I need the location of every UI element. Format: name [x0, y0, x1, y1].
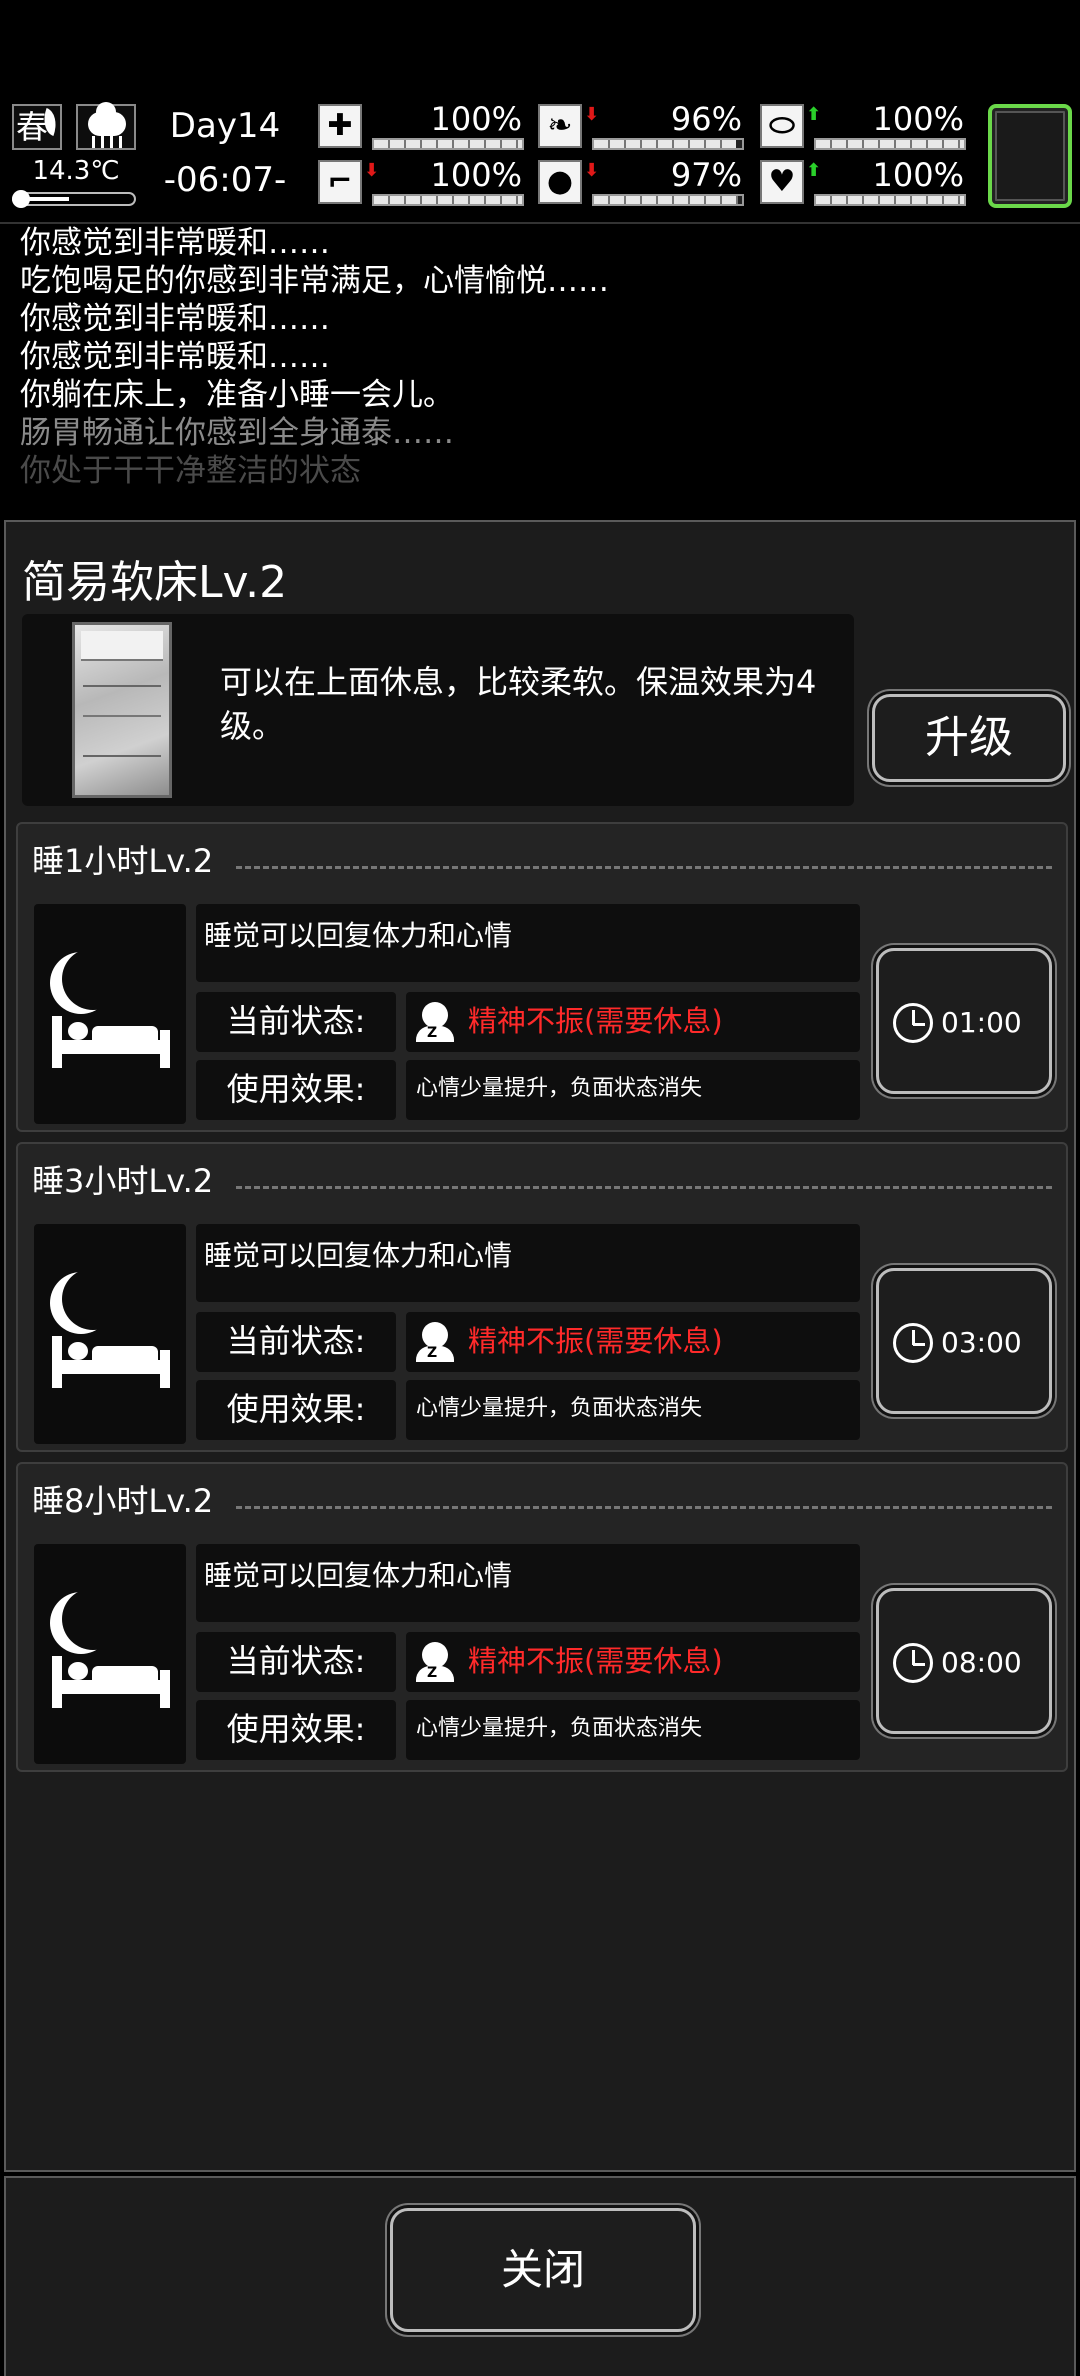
action-description: 睡觉可以回复体力和心情 — [196, 1544, 860, 1622]
stat-stamina-value: 100% — [872, 100, 964, 138]
thermometer-fill — [24, 197, 69, 201]
tired-person-icon: Z — [416, 1002, 454, 1042]
clock-icon — [893, 1003, 933, 1043]
temperature-label: 14.3℃ — [32, 156, 120, 186]
sleep-1h-button[interactable]: 01:00 — [876, 948, 1052, 1094]
action-title: 睡1小时Lv.2 — [32, 842, 214, 880]
tired-person-icon: Z — [416, 1322, 454, 1362]
tired-person-icon: Z — [416, 1642, 454, 1682]
duration-label: 03:00 — [941, 1326, 1022, 1359]
log-line: 你感觉到非常暖和…… — [20, 225, 330, 261]
effect-value: 心情少量提升，负面状态消失 — [406, 1700, 860, 1760]
stat-foot: ⌐ ⬇ 100% — [318, 156, 528, 210]
stat-thirst: ● ⬇ 97% — [538, 156, 748, 210]
item-title: 简易软床Lv.2 — [22, 557, 288, 608]
effect-value: 心情少量提升，负面状态消失 — [406, 1060, 860, 1120]
water-drop-icon: ● — [538, 160, 582, 204]
stomach-icon: ❧ — [538, 104, 582, 148]
state-value: 精神不振(需要休息) — [468, 1644, 723, 1678]
stat-hunger: ❧ ⬇ 96% — [538, 100, 748, 154]
action-title: 睡8小时Lv.2 — [32, 1482, 214, 1520]
foot-icon: ⌐ — [318, 160, 362, 204]
sleep-icon — [34, 1224, 186, 1444]
thermometer-icon — [12, 190, 136, 208]
sleep-3h-button[interactable]: 03:00 — [876, 1268, 1052, 1414]
action-description: 睡觉可以回复体力和心情 — [196, 1224, 860, 1302]
item-description: 可以在上面休息，比较柔软。保温效果为4级。 — [220, 663, 817, 745]
log-line: 你处于干干净整洁的状态 — [20, 453, 361, 489]
sleep-action-1h: 睡1小时Lv.2 睡觉可以回复体力和心情 当前状态: Z 精神不振(需要休息) … — [16, 822, 1068, 1132]
bed-panel: 简易软床Lv.2 可以在上面休息，比较柔软。保温效果为4级。 升级 睡1小时Lv… — [4, 520, 1076, 2172]
effect-label: 使用效果: — [196, 1060, 396, 1120]
divider — [236, 1506, 1052, 1509]
stat-mood-bar — [814, 194, 966, 206]
clock-icon — [893, 1643, 933, 1683]
sleep-icon — [34, 1544, 186, 1764]
action-description: 睡觉可以回复体力和心情 — [196, 904, 860, 982]
upgrade-button[interactable]: 升级 — [872, 694, 1066, 782]
sleep-8h-button[interactable]: 08:00 — [876, 1588, 1052, 1734]
medkit-icon: ✚ — [318, 104, 362, 148]
sleep-action-3h: 睡3小时Lv.2 睡觉可以回复体力和心情 当前状态: Z 精神不振(需要休息) … — [16, 1142, 1068, 1452]
divider — [236, 866, 1052, 869]
log-line: 肠胃畅通让你感到全身通泰…… — [20, 415, 454, 451]
state-value: 精神不振(需要休息) — [468, 1324, 723, 1358]
message-log[interactable]: 你感觉到非常暖和…… 吃饱喝足的你感到非常满足，心情愉悦…… 你感觉到非常暖和…… — [0, 222, 1080, 508]
item-card: 可以在上面休息，比较柔软。保温效果为4级。 — [22, 614, 854, 806]
sleep-icon — [34, 904, 186, 1124]
state-label: 当前状态: — [196, 992, 396, 1052]
stat-hunger-value: 96% — [670, 100, 742, 138]
stat-stamina: ⬭ ⬆ 100% — [760, 100, 970, 154]
footer-bar: 关闭 — [4, 2176, 1076, 2376]
state-value-box: Z 精神不振(需要休息) — [406, 1312, 860, 1372]
stat-foot-bar — [372, 194, 524, 206]
action-title: 睡3小时Lv.2 — [32, 1162, 214, 1200]
clock-icon — [893, 1323, 933, 1363]
close-button[interactable]: 关闭 — [390, 2208, 696, 2332]
stat-hunger-bar — [592, 138, 744, 150]
status-hud: 春 14.3℃ Day14 -06:07- ✚ 100% ❧ ⬇ 96% ⬭ ⬆… — [0, 98, 1080, 220]
log-line: 你感觉到非常暖和…… — [20, 339, 330, 375]
clock-time: -06:07- — [163, 160, 287, 200]
day-counter: Day14 — [169, 106, 281, 146]
season-label: 春 — [16, 108, 49, 146]
state-value-box: Z 精神不振(需要休息) — [406, 992, 860, 1052]
stat-stamina-bar — [814, 138, 966, 150]
log-line: 你感觉到非常暖和…… — [20, 301, 330, 337]
heart-icon: ♥ — [760, 160, 804, 204]
state-value: 精神不振(需要休息) — [468, 1004, 723, 1038]
stat-health-bar — [372, 138, 524, 150]
state-label: 当前状态: — [196, 1312, 396, 1372]
season-indicator: 春 — [12, 104, 62, 150]
duration-label: 01:00 — [941, 1006, 1022, 1039]
pill-icon: ⬭ — [760, 104, 804, 148]
equipment-slot[interactable] — [988, 104, 1072, 208]
stat-mood-value: 100% — [872, 156, 964, 194]
sleep-action-8h: 睡8小时Lv.2 睡觉可以回复体力和心情 当前状态: Z 精神不振(需要休息) … — [16, 1462, 1068, 1772]
rain-cloud-icon — [76, 102, 136, 150]
effect-value: 心情少量提升，负面状态消失 — [406, 1380, 860, 1440]
state-label: 当前状态: — [196, 1632, 396, 1692]
effect-label: 使用效果: — [196, 1700, 396, 1760]
stat-thirst-value: 97% — [670, 156, 742, 194]
stat-foot-value: 100% — [430, 156, 522, 194]
stat-health: ✚ 100% — [318, 100, 528, 154]
log-line: 你躺在床上，准备小睡一会儿。 — [20, 377, 454, 413]
duration-label: 08:00 — [941, 1646, 1022, 1679]
stat-thirst-bar — [592, 194, 744, 206]
log-line: 吃饱喝足的你感到非常满足，心情愉悦…… — [20, 263, 609, 299]
stat-health-value: 100% — [430, 100, 522, 138]
bed-image — [72, 622, 172, 798]
divider — [236, 1186, 1052, 1189]
state-value-box: Z 精神不振(需要休息) — [406, 1632, 860, 1692]
effect-label: 使用效果: — [196, 1380, 396, 1440]
stat-mood: ♥ ⬆ 100% — [760, 156, 970, 210]
